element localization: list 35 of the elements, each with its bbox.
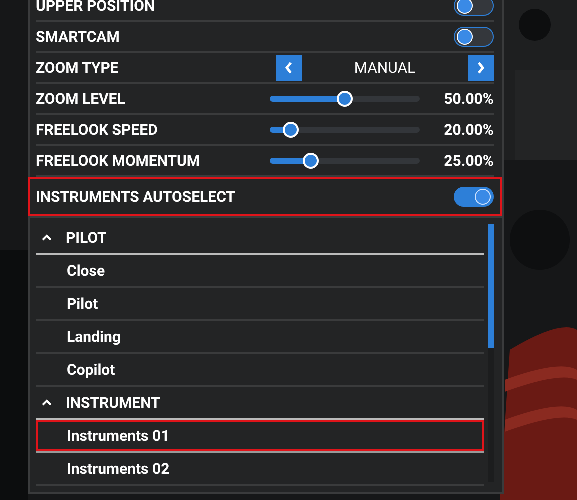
slider[interactable] (270, 90, 420, 106)
chevron-right-icon (476, 60, 486, 74)
slider[interactable] (270, 152, 420, 168)
toggle-switch[interactable] (454, 186, 494, 206)
camera-list-item[interactable]: Landing (36, 321, 484, 354)
setting-label: SMARTCAM (36, 28, 121, 46)
slider-thumb[interactable] (283, 122, 299, 138)
camera-list-item[interactable]: Copilot (36, 354, 484, 387)
camera-list-item[interactable]: Pilot (36, 288, 484, 321)
slider-value: 50.00% (443, 90, 494, 108)
toggle-switch[interactable] (454, 0, 494, 16)
slider-thumb[interactable] (337, 90, 353, 106)
camera-list-item[interactable]: Instruments 02 (36, 453, 484, 486)
section-header[interactable]: PILOT (36, 222, 484, 255)
setting-label: ZOOM TYPE (36, 58, 120, 76)
slider-value: 25.00% (443, 152, 494, 170)
slider-value: 20.00% (443, 120, 494, 138)
camera-list-item[interactable]: Close (36, 255, 484, 288)
next-button[interactable] (468, 54, 494, 80)
slider[interactable] (270, 122, 420, 138)
slider-thumb[interactable] (302, 152, 318, 168)
setting-label: UPPER POSITION (36, 0, 156, 14)
setting-label: FREELOOK SPEED (36, 120, 159, 138)
chevron-left-icon (284, 60, 294, 74)
chevron-up-icon (42, 234, 52, 241)
scrollbar[interactable] (488, 224, 494, 482)
camera-list-item[interactable]: Instruments 01 (36, 420, 484, 453)
zoom-type-value: MANUAL (354, 58, 416, 76)
section-header[interactable]: INSTRUMENT (36, 387, 484, 420)
setting-label: INSTRUMENTS AUTOSELECT (36, 188, 236, 206)
setting-label: ZOOM LEVEL (36, 90, 126, 108)
setting-label: FREELOOK MOMENTUM (36, 152, 202, 170)
previous-button[interactable] (276, 54, 302, 80)
toggle-switch[interactable] (454, 26, 494, 46)
chevron-up-icon (42, 399, 52, 406)
